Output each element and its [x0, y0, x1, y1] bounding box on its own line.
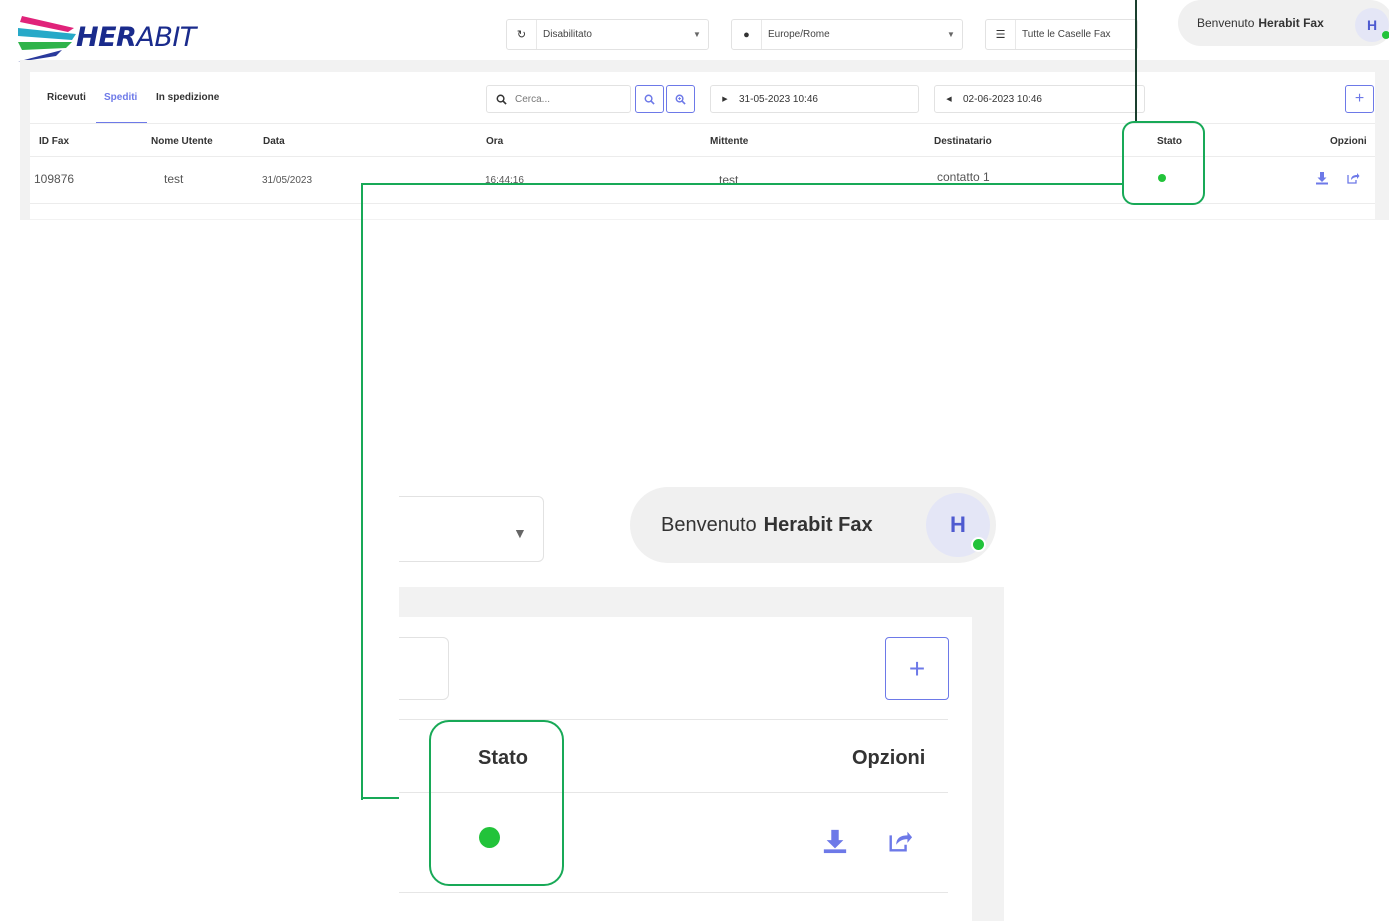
download-icon: [823, 829, 847, 854]
zoomed-col-options: Opzioni: [852, 747, 926, 769]
callout-connector: [361, 183, 363, 800]
welcome-prefix: Benvenuto: [1197, 16, 1255, 30]
cell-recipient: contatto 1: [937, 170, 990, 184]
share-icon: [889, 831, 913, 852]
status-highlight-box: [1122, 121, 1205, 205]
date-to-field[interactable]: ◀ 02-06-2023 10:46: [934, 85, 1145, 113]
search-icon: [487, 86, 515, 112]
timezone-select-value: Europe/Rome: [768, 29, 830, 40]
callout-connector: [1135, 0, 1137, 123]
date-to-value: 02-06-2023 10:46: [963, 93, 1042, 105]
user-name: Herabit Fax: [763, 513, 873, 536]
col-header-options: Opzioni: [1330, 136, 1367, 147]
col-header-time[interactable]: Ora: [486, 136, 503, 147]
caret-right-icon: ▶: [722, 96, 728, 103]
user-name: Herabit Fax: [1258, 16, 1324, 30]
online-status-dot: [971, 537, 986, 552]
screenshot-stage: HERABIT ↻ Disabilitato ▼ ● Europe/Rome ▼…: [0, 0, 1389, 921]
share-icon[interactable]: [1346, 171, 1360, 185]
clock-icon: ●: [732, 20, 762, 49]
zoomed-add-button: +: [885, 637, 949, 700]
mailbox-select-value: Tutte le Caselle Fax: [1022, 29, 1111, 40]
mailbox-select[interactable]: ☰ Tutte le Caselle Fax: [985, 19, 1138, 50]
plus-icon: +: [908, 652, 926, 684]
search-icon: [644, 94, 655, 105]
search-placeholder: Cerca...: [515, 93, 551, 105]
advanced-search-button[interactable]: [666, 85, 695, 113]
sync-select-value: Disabilitato: [543, 29, 592, 40]
zoom-in-icon: [675, 94, 686, 105]
tab-ricevuti[interactable]: Ricevuti: [47, 92, 86, 103]
refresh-icon: ↻: [507, 20, 537, 49]
callout-connector: [361, 183, 1123, 185]
sync-select[interactable]: ↻ Disabilitato ▼: [506, 19, 709, 50]
online-status-dot: [1382, 31, 1389, 39]
caret-left-icon: ◀: [946, 96, 952, 103]
col-header-recipient[interactable]: Destinatario: [934, 136, 992, 147]
col-header-date[interactable]: Data: [263, 136, 285, 147]
herabit-logo: HERABIT: [16, 14, 196, 62]
col-header-user[interactable]: Nome Utente: [151, 136, 213, 147]
cell-id: 109876: [34, 172, 75, 186]
tab-spediti[interactable]: Spediti: [104, 92, 137, 103]
plus-icon: +: [1354, 90, 1365, 107]
zoomed-status-highlight-box: [429, 720, 564, 886]
date-from-field[interactable]: ▶ 31-05-2023 10:46: [710, 85, 919, 113]
col-header-id[interactable]: ID Fax: [39, 136, 69, 147]
list-icon: ☰: [986, 20, 1016, 49]
chevron-down-icon: ▼: [693, 30, 701, 39]
welcome-prefix: Benvenuto: [661, 513, 757, 536]
zoomed-search-field: [399, 637, 449, 700]
chevron-down-icon: ▼: [513, 525, 527, 541]
cell-user: test: [164, 172, 184, 186]
chevron-down-icon: ▼: [947, 30, 955, 39]
new-fax-button[interactable]: +: [1345, 85, 1374, 113]
search-input[interactable]: Cerca...: [486, 85, 631, 113]
download-icon[interactable]: [1315, 171, 1329, 185]
col-header-sender[interactable]: Mittente: [710, 136, 748, 147]
tab-in-spedizione[interactable]: In spedizione: [156, 92, 219, 103]
logo-wordmark: HERABIT: [76, 22, 196, 53]
divider: [399, 892, 948, 893]
cell-date: 31/05/2023: [262, 175, 313, 186]
search-button[interactable]: [635, 85, 664, 113]
date-from-value: 31-05-2023 10:46: [739, 93, 818, 105]
timezone-select[interactable]: ● Europe/Rome ▼: [731, 19, 963, 50]
